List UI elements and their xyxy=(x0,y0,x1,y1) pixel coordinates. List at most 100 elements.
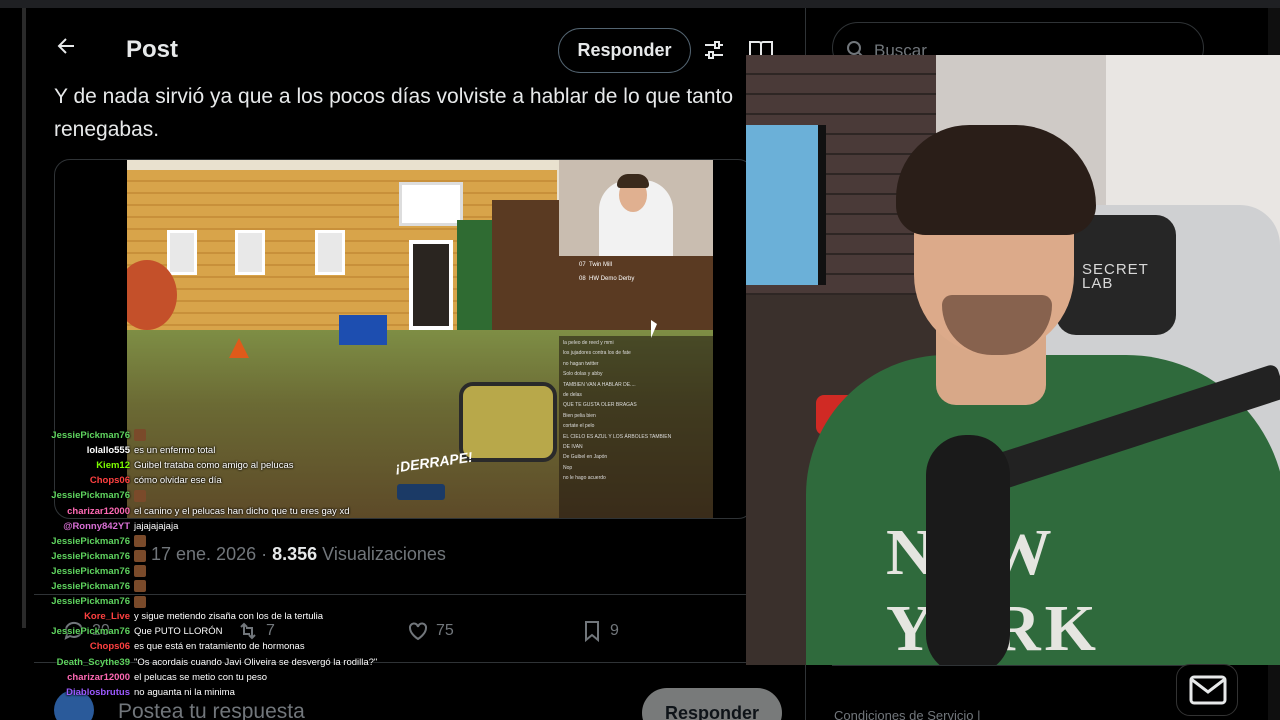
messages-button[interactable] xyxy=(1176,664,1238,716)
chat-message: JessiePickman76 xyxy=(50,594,146,609)
mail-icon xyxy=(1189,675,1227,705)
race-leaderboard: 07 Twin Mill 08 HW Demo Derby xyxy=(579,258,699,298)
chat-text: el pelucas se metio con tu peso xyxy=(134,671,268,683)
post-header: Post Responder xyxy=(34,8,805,80)
arrow-left-icon xyxy=(57,38,74,54)
embedded-chat-line: De Guibel en Japón xyxy=(563,454,608,461)
chat-message: charizar12000 el pelucas se metio con tu … xyxy=(50,670,267,685)
chat-text: es que está en tratamiento de hormonas xyxy=(134,641,305,653)
like-count: 75 xyxy=(436,622,454,639)
chat-message: Death_Scythe39 "Os acordais cuando Javi O… xyxy=(50,655,378,670)
emote-icon xyxy=(134,565,146,578)
chat-text: el canino y el pelucas han dicho que tu … xyxy=(134,505,350,517)
emote-icon xyxy=(134,580,146,593)
leaderboard-row: 07 Twin Mill xyxy=(579,262,613,268)
left-rail xyxy=(0,8,34,720)
mouse-cursor-icon xyxy=(651,320,657,338)
game-ramp xyxy=(339,315,387,345)
embedded-chat-line: cortate el pelo xyxy=(563,423,595,430)
embedded-chat-line: no hagan twitter xyxy=(563,360,599,367)
embedded-chat-line: Nop xyxy=(563,464,573,471)
emote-icon xyxy=(134,595,146,608)
embedded-chat-line: la peleo de reed y mmi xyxy=(563,340,614,346)
bookmark-action[interactable]: 9 xyxy=(580,618,619,644)
sliders-icon[interactable] xyxy=(702,38,726,62)
basketball-hoop xyxy=(399,182,463,226)
chat-message: charizar12000 el canino y el pelucas han … xyxy=(50,504,349,519)
monitor xyxy=(746,125,826,285)
embedded-chat: la peleo de reed y mmi los jujadores con… xyxy=(559,336,713,518)
chat-message: Chops06 es que está en tratamiento de hor… xyxy=(50,639,305,654)
chat-message: Kore_Live y sigue metiendo zisaña con los… xyxy=(50,609,323,624)
streamer-webcam: SECRET LAB NEW YORK xyxy=(746,55,1280,665)
streamer-cam xyxy=(559,160,713,256)
chat-text: Que PUTO LLORÓN xyxy=(134,626,223,638)
tweet-text: Y de nada sirvió ya que a los pocos días… xyxy=(54,85,734,141)
chat-text: jajajajajaja xyxy=(134,520,179,532)
chat-text: no aguanta ni la minima xyxy=(134,686,235,698)
bookmark-count: 9 xyxy=(610,622,619,639)
chat-username: Diablosbrutus xyxy=(66,686,130,698)
sidebar-card-edge xyxy=(832,665,1192,666)
chat-message: Diablosbrutus no aguanta ni la minima xyxy=(50,685,235,700)
embedded-chat-line: no le hago acuerdo xyxy=(563,475,606,482)
chat-message: JessiePickman76 xyxy=(50,579,146,594)
chat-username: JessiePickman76 xyxy=(51,626,130,638)
streamer-hair xyxy=(617,174,649,188)
reply-submit-button[interactable]: Responder xyxy=(642,688,782,720)
chat-username: @Ronny842YT xyxy=(63,520,130,532)
chat-message: JessiePickman76 xyxy=(50,488,146,503)
chat-username: Kore_Live xyxy=(84,611,130,623)
emote-icon xyxy=(134,429,146,442)
chat-username: JessiePickman76 xyxy=(51,430,130,441)
chair-brand: SECRET LAB xyxy=(1082,261,1149,292)
game-window xyxy=(235,230,265,275)
chat-message: @Ronny842YT jajajajajaja xyxy=(50,519,178,534)
left-scrollbar[interactable] xyxy=(22,8,26,628)
chat-message: lolallo555 es un enfermo total xyxy=(50,443,216,458)
chat-message: JessiePickman76 xyxy=(50,534,146,549)
game-window xyxy=(167,230,197,275)
back-button[interactable] xyxy=(54,34,82,62)
emote-icon xyxy=(134,535,146,548)
chat-text: Guibel trataba como amigo al pelucas xyxy=(134,460,294,472)
chat-message: JessiePickman76 Que PUTO LLORÓN xyxy=(50,624,223,639)
chat-message: Kiem12 Guibel trataba como amigo al peluc… xyxy=(50,458,293,473)
reply-button-top[interactable]: Responder xyxy=(558,28,691,73)
chat-username: JessiePickman76 xyxy=(51,596,130,608)
footer-links[interactable]: Condiciones de Servicio | xyxy=(834,708,980,720)
emote-icon xyxy=(134,550,146,563)
chat-username: JessiePickman76 xyxy=(51,565,130,577)
chat-message: JessiePickman76 xyxy=(50,549,146,564)
chat-username: JessiePickman76 xyxy=(51,535,130,547)
chat-text: y sigue metiendo zisaña con los de la te… xyxy=(134,611,324,623)
microphone xyxy=(926,435,1010,665)
like-action[interactable]: 75 xyxy=(406,618,454,644)
chat-username: JessiePickman76 xyxy=(51,490,130,502)
chat-username: charizar12000 xyxy=(67,505,130,517)
chat-message: Chops06 cómo olvidar ese día xyxy=(50,473,222,488)
stream-chat-overlay: JessiePickman76 lolallo555 es un enfermo t… xyxy=(50,428,410,720)
emote-icon xyxy=(134,489,146,502)
chat-username: JessiePickman76 xyxy=(51,581,130,592)
chat-username: Chops06 xyxy=(89,475,130,487)
chat-username: lolallo555 xyxy=(86,445,130,457)
embedded-chat-line: DE IVAN xyxy=(563,443,583,450)
embedded-chat-line: los jujadores contra los de fate xyxy=(563,350,631,357)
game-green-wall xyxy=(457,220,497,330)
chat-username: charizar12000 xyxy=(67,671,130,683)
embedded-chat-line: Solo dolas y abby xyxy=(563,371,603,378)
page-title: Post xyxy=(126,36,179,63)
chat-message: JessiePickman76 xyxy=(50,564,146,579)
leaderboard-row: 08 HW Demo Derby xyxy=(579,276,635,282)
embedded-chat-line: TAMBIEN VAN A HABLAR DE.... xyxy=(563,381,636,388)
chat-username: Death_Scythe39 xyxy=(56,656,130,668)
chat-username: Kiem12 xyxy=(96,460,130,472)
embedded-chat-line: Bien pelia bien xyxy=(563,412,596,419)
embedded-chat-line: EL CIELO ES AZUL Y LOS ÁRBOLES TAMBIEN xyxy=(563,433,672,440)
chat-text: "Os acordais cuando Javi Oliveira se des… xyxy=(134,656,378,668)
game-car xyxy=(459,382,557,462)
game-door xyxy=(409,240,453,330)
chat-message: JessiePickman76 xyxy=(50,428,146,443)
chat-username: JessiePickman76 xyxy=(51,550,130,562)
